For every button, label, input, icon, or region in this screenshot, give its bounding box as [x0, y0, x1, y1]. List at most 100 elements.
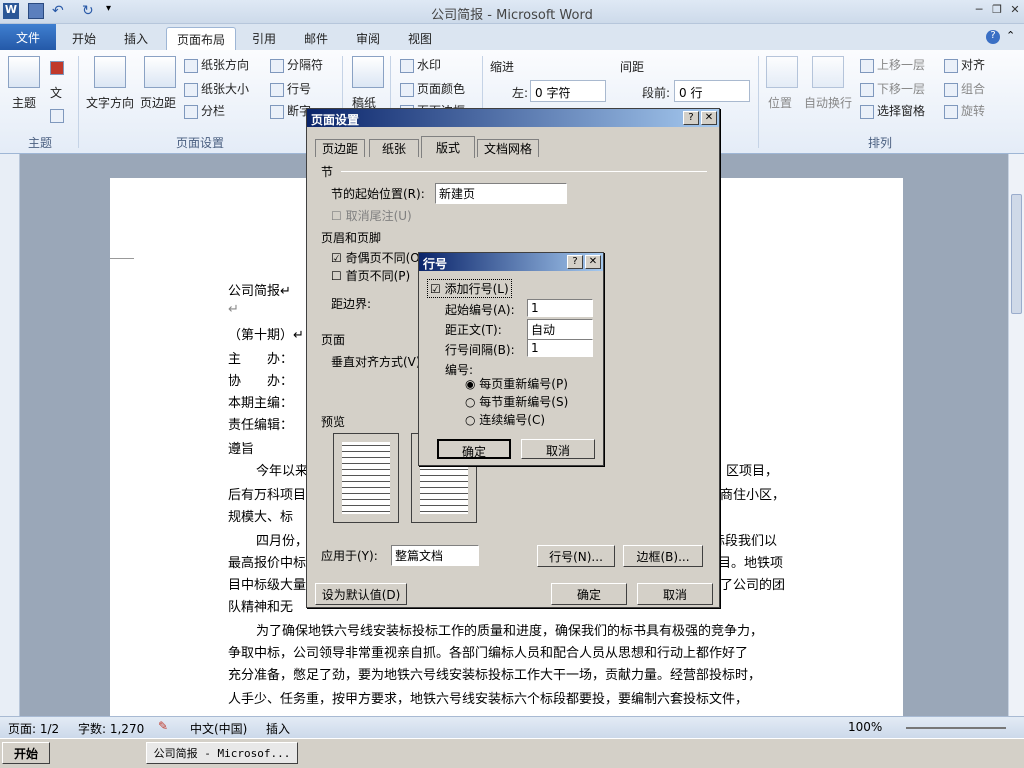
minimize-button[interactable]: ─: [970, 3, 988, 19]
doc-line: 目中标级大量: [228, 578, 307, 593]
theme-effects-icon[interactable]: [50, 108, 67, 123]
cancel-button[interactable]: 取消: [521, 439, 595, 459]
status-bar: 页面: 1/2 字数: 1,270 ✎ 中文(中国) 插入 100%: [0, 716, 1024, 738]
tab-margins[interactable]: 页边距: [315, 139, 366, 157]
preview-heading: 预览: [321, 415, 346, 429]
help-button[interactable]: ?: [567, 255, 583, 269]
margins-button[interactable]: 页边距: [140, 94, 176, 111]
vertical-ruler: [0, 154, 20, 716]
doc-line: ↵: [228, 302, 239, 317]
add-line-numbers-checkbox[interactable]: ☑ 添加行号(L): [427, 279, 512, 298]
spacing-before-field[interactable]: 0 行: [674, 80, 750, 102]
theme-icon[interactable]: [8, 56, 40, 88]
cancel-button[interactable]: 取消: [637, 583, 713, 605]
proofing-icon[interactable]: ✎: [158, 719, 168, 733]
restore-button[interactable]: ❐: [988, 3, 1006, 19]
ok-button[interactable]: 确定: [437, 439, 511, 459]
tab-file[interactable]: 文件: [0, 24, 56, 50]
spacing-before-label: 段前:: [642, 86, 671, 100]
set-default-button[interactable]: 设为默认值(D): [315, 583, 407, 605]
from-text-field[interactable]: 自动: [527, 319, 593, 340]
position-button[interactable]: 位置: [768, 94, 792, 111]
doc-line: 最高报价中标: [228, 556, 307, 571]
wrap-text-button[interactable]: 自动换行: [804, 94, 852, 111]
wrap-text-icon[interactable]: [812, 56, 844, 88]
send-backward-button[interactable]: 下移一层: [860, 80, 925, 97]
tab-page-layout[interactable]: 页面布局: [166, 27, 237, 50]
close-button[interactable]: ✕: [1006, 3, 1024, 19]
page-count[interactable]: 页面: 1/2: [8, 720, 59, 737]
doc-line-right: 目。地铁项: [718, 556, 784, 571]
page-color-button[interactable]: 页面颜色: [400, 80, 465, 97]
help-icon[interactable]: ?: [986, 30, 1000, 44]
continuous-radio[interactable]: ○ 连续编号(C): [465, 411, 545, 428]
indent-heading: 缩进: [490, 60, 515, 74]
breaks-button[interactable]: 分隔符: [270, 56, 323, 73]
odd-even-checkbox[interactable]: ☑ 奇偶页不同(O): [331, 249, 424, 266]
doc-line-right: 区项目，: [726, 464, 779, 479]
tab-layout[interactable]: 版式: [421, 136, 476, 158]
watermark-button[interactable]: 水印: [400, 56, 441, 73]
borders-button[interactable]: 边框(B)...: [623, 545, 703, 567]
taskbar-word-button[interactable]: 公司简报 - Microsof...: [146, 742, 298, 764]
columns-button[interactable]: 分栏: [184, 102, 225, 119]
start-at-field[interactable]: 1: [527, 299, 593, 317]
zoom-slider[interactable]: [906, 727, 1006, 729]
position-icon[interactable]: [766, 56, 798, 88]
tab-mailings[interactable]: 邮件: [294, 27, 338, 50]
help-button[interactable]: ?: [683, 111, 699, 125]
restart-each-page-radio[interactable]: ◉ 每页重新编号(P): [465, 375, 568, 392]
count-by-field[interactable]: 1: [527, 339, 593, 357]
doc-line: 今年以来: [256, 464, 309, 479]
start-button[interactable]: 开始: [2, 742, 50, 764]
tab-paper[interactable]: 纸张: [369, 139, 420, 157]
line-numbers-button[interactable]: 行号(N)...: [537, 545, 615, 567]
tab-view[interactable]: 视图: [398, 27, 442, 50]
tab-home[interactable]: 开始: [62, 27, 106, 50]
align-button[interactable]: 对齐: [944, 56, 985, 73]
tab-review[interactable]: 审阅: [346, 27, 390, 50]
theme-fonts-icon[interactable]: 文: [50, 84, 62, 101]
theme-button[interactable]: 主题: [12, 94, 36, 111]
vertical-scrollbar[interactable]: [1008, 154, 1024, 716]
rotate-button[interactable]: 旋转: [944, 102, 985, 119]
margins-icon[interactable]: [144, 56, 176, 88]
bring-forward-button[interactable]: 上移一层: [860, 56, 925, 73]
indent-left-field[interactable]: 0 字符: [530, 80, 606, 102]
orientation-button[interactable]: 纸张方向: [184, 56, 249, 73]
group-arrange-label: 排列: [868, 136, 893, 150]
close-button[interactable]: ✕: [585, 255, 601, 269]
doc-line: 四月份，: [256, 534, 309, 549]
tab-insert[interactable]: 插入: [114, 27, 158, 50]
language[interactable]: 中文(中国): [190, 720, 247, 737]
ribbon-tabs: 文件 开始 插入 页面布局 引用 邮件 审阅 视图 ? ⌃: [0, 24, 1024, 50]
section-start-select[interactable]: 新建页: [435, 183, 567, 204]
group-page-setup-label: 页面设置: [176, 136, 225, 150]
suppress-endnotes-checkbox[interactable]: ☐ 取消尾注(U): [331, 207, 412, 224]
close-button[interactable]: ✕: [701, 111, 717, 125]
hyphenation-button[interactable]: 断字: [270, 102, 311, 119]
chevron-up-icon[interactable]: ⌃: [1006, 29, 1015, 42]
zoom-level[interactable]: 100%: [848, 720, 882, 734]
ok-button[interactable]: 确定: [551, 583, 627, 605]
spacing-heading: 间距: [620, 60, 645, 74]
line-numbers-button[interactable]: 行号: [270, 80, 311, 97]
manuscript-icon[interactable]: [352, 56, 384, 88]
tab-references[interactable]: 引用: [242, 27, 286, 50]
doc-line: 为了确保地铁六号线安装标投标工作的质量和进度，确保我们的标书具有极强的竞争力，: [256, 624, 764, 639]
text-direction-icon[interactable]: [94, 56, 126, 88]
word-count[interactable]: 字数: 1,270: [78, 720, 144, 737]
size-button[interactable]: 纸张大小: [184, 80, 249, 97]
doc-line: （第十期）↵: [228, 328, 304, 343]
theme-colors-icon[interactable]: [50, 60, 67, 75]
doc-line: 协 办：: [228, 374, 294, 389]
insert-mode[interactable]: 插入: [266, 720, 290, 737]
scroll-thumb[interactable]: [1011, 194, 1022, 314]
group-objects-button[interactable]: 组合: [944, 80, 985, 97]
restart-each-section-radio[interactable]: ○ 每节重新编号(S): [465, 393, 568, 410]
first-page-checkbox[interactable]: ☐ 首页不同(P): [331, 267, 410, 284]
apply-to-select[interactable]: 整篇文档: [391, 545, 479, 566]
tab-doc-grid[interactable]: 文档网格: [477, 139, 540, 157]
text-direction-button[interactable]: 文字方向: [86, 94, 134, 111]
selection-pane-button[interactable]: 选择窗格: [860, 102, 925, 119]
